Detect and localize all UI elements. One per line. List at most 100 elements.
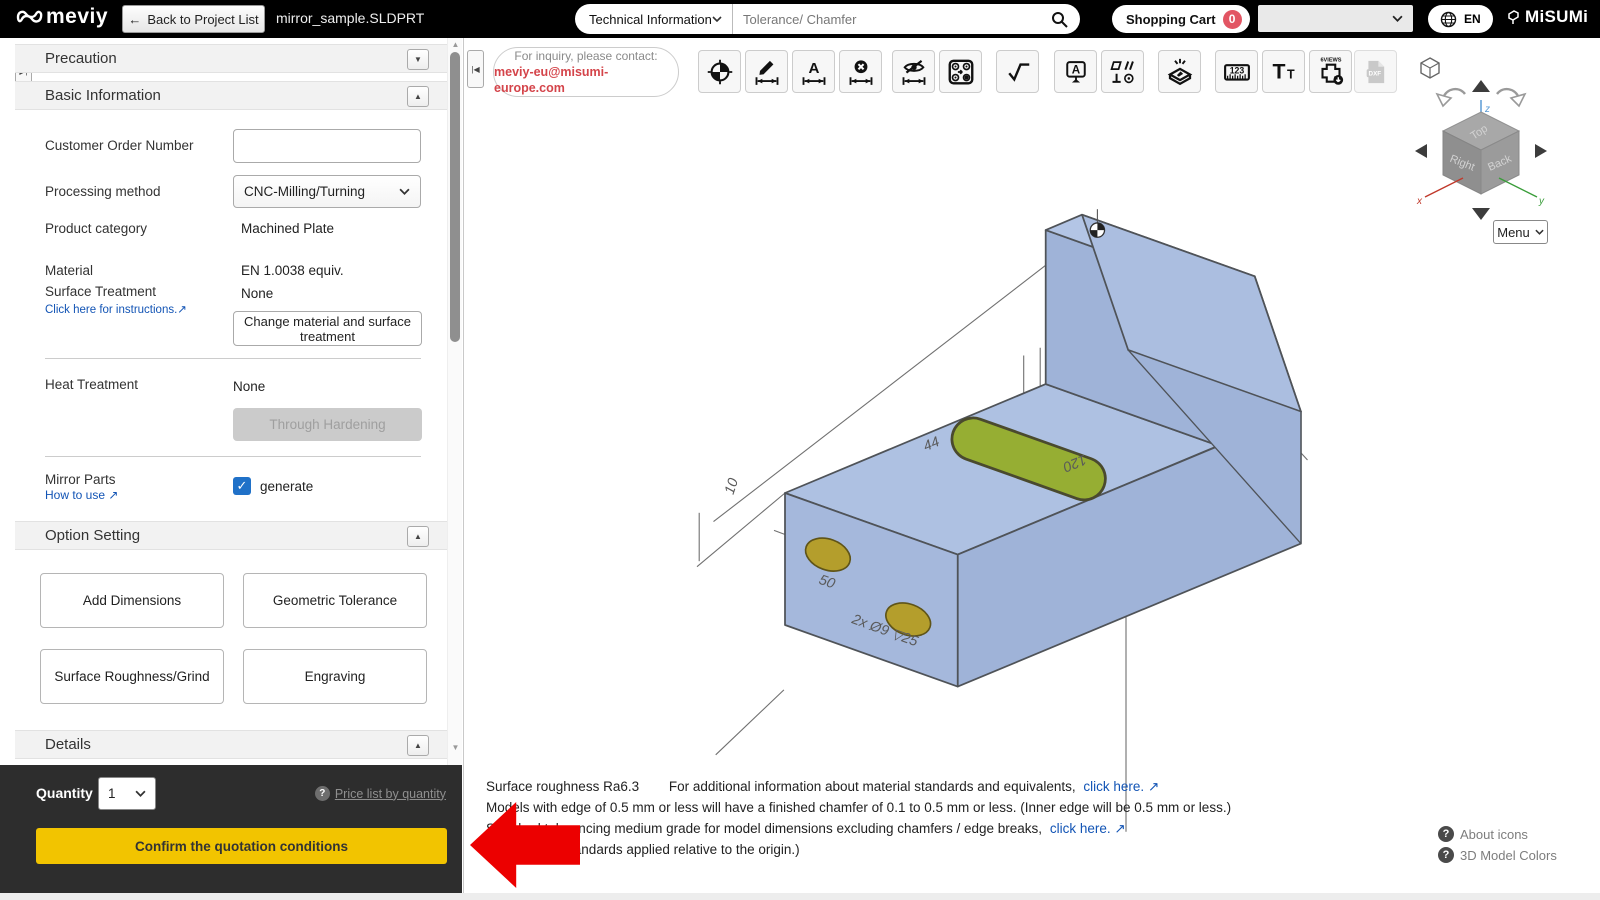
price-list-link[interactable]: ? Price list by quantity (314, 786, 446, 801)
note-line-3: Standard tolerancing medium grade for mo… (486, 821, 1126, 836)
open-file-name: mirror_sample.SLDPRT (276, 10, 425, 26)
meviy-logo[interactable]: meviy (14, 5, 108, 29)
six-views-label: 6VIEWS (1320, 57, 1341, 63)
product-category-value: Machined Plate (241, 221, 335, 236)
add-dimensions-button[interactable]: Add Dimensions (40, 573, 224, 628)
letter-a: A (1071, 63, 1080, 76)
generate-checkbox[interactable]: ✓ (233, 477, 251, 495)
customer-order-label: Customer Order Number (45, 138, 194, 153)
scroll-down-icon[interactable]: ▼ (448, 743, 463, 752)
surface-treatment-label: Surface Treatment (45, 284, 157, 299)
tolerancing-link[interactable]: click here. (1050, 821, 1111, 836)
heat-treatment-label: Heat Treatment (45, 377, 139, 392)
details-toggle-button[interactable]: ▲ (407, 735, 429, 756)
meviy-logo-icon (16, 10, 43, 23)
search-icon[interactable] (1051, 11, 1068, 28)
material-value: EN 1.0038 equiv. (241, 263, 344, 278)
section-precaution[interactable]: Precaution ▼ (15, 44, 447, 73)
option-setting-toggle-button[interactable]: ▲ (407, 526, 429, 547)
top-bar: meviy ← Back to Project List mirror_samp… (0, 0, 1600, 38)
dim-10: 10 (722, 476, 742, 496)
back-arrow-icon: ← (128, 11, 142, 27)
collapse-icon: ▲ (414, 92, 422, 101)
confirm-quotation-button[interactable]: Confirm the quotation conditions (36, 828, 447, 864)
y-axis (1498, 177, 1538, 198)
misumi-mark-icon (1508, 10, 1519, 24)
basic-info-title: Basic Information (45, 87, 161, 104)
chevron-down-icon (1392, 15, 1403, 22)
project-select[interactable] (1258, 5, 1413, 32)
roughness-note: Surface roughness Ra6.3 (486, 779, 640, 794)
heat-treatment-value: None (233, 379, 266, 394)
price-list-label: Price list by quantity (334, 786, 446, 801)
misumi-logo: MiSUMi (1506, 7, 1588, 27)
search-input[interactable] (733, 11, 1051, 27)
search-category-select[interactable]: Technical Information (575, 4, 733, 34)
processing-method-value: CNC-Milling/Turning (244, 184, 366, 199)
page-bottom-strip (0, 893, 1600, 900)
material-label: Material (45, 263, 94, 278)
mirror-parts-label: Mirror Parts (45, 472, 116, 487)
x-axis-label: x (1416, 196, 1423, 207)
surface-treatment-value: None (241, 286, 274, 301)
note-line-2: Models with edge of 0.5 mm or less will … (486, 800, 1232, 815)
geometric-tolerance-button[interactable]: Geometric Tolerance (243, 573, 427, 628)
viewer-canvas[interactable]: |◀ For inquiry, please contact: meviy-eu… (463, 38, 1600, 893)
scroll-up-icon[interactable]: ▲ (448, 40, 463, 49)
surface-roughness-button[interactable]: Surface Roughness/Grind (40, 649, 224, 704)
basic-info-toggle-button[interactable]: ▲ (407, 86, 429, 107)
question-icon: ? (1438, 826, 1454, 842)
rotate-right-step-arrow[interactable] (1535, 144, 1547, 158)
external-link-icon: ↗ (1114, 821, 1126, 836)
canvas-collapse-handle[interactable]: |◀ (467, 50, 484, 88)
processing-method-label: Processing method (45, 184, 161, 199)
how-to-use-link[interactable]: How to use ↗ (45, 488, 118, 502)
section-details[interactable]: Details ▲ (15, 730, 447, 759)
cart-count-badge: 0 (1222, 9, 1242, 29)
divider (45, 456, 421, 457)
customer-order-input[interactable] (233, 129, 421, 163)
section-option-setting[interactable]: Option Setting ▲ (15, 521, 447, 550)
cart-label: Shopping Cart (1126, 11, 1216, 27)
y-axis-label: y (1538, 196, 1545, 207)
quantity-select[interactable]: 1 (98, 777, 156, 810)
language-button[interactable]: EN (1428, 5, 1493, 33)
search-category-value: Technical Information (589, 11, 712, 27)
panel-collapse-icon: |◀ (471, 64, 480, 74)
tilt-up-arrow[interactable] (1472, 80, 1490, 92)
shopping-cart-button[interactable]: Shopping Cart 0 (1112, 5, 1250, 33)
instructions-link[interactable]: Click here for instructions.↗ (45, 302, 187, 316)
expand-icon: ▼ (414, 55, 422, 64)
model-colors-link[interactable]: ? 3D Model Colors (1438, 847, 1557, 863)
z-axis-label: z (1484, 104, 1490, 115)
processing-method-select[interactable]: CNC-Milling/Turning (233, 175, 421, 208)
contact-line: For inquiry, please contact: (514, 49, 658, 63)
rotate-left-icon[interactable] (1435, 87, 1466, 108)
about-icons-link[interactable]: ? About icons (1438, 826, 1528, 842)
rotate-left-step-arrow[interactable] (1415, 144, 1427, 158)
precaution-toggle-button[interactable]: ▼ (407, 49, 429, 70)
help-icon: ? (314, 786, 330, 801)
measure-label: 123 (1229, 65, 1244, 75)
viewer-menu-button[interactable]: Menu (1493, 220, 1548, 244)
isometric-view-icon[interactable] (1420, 57, 1440, 79)
3d-model-view[interactable]: 44 120 10 50 2x Ø9 ▽25 (631, 75, 1401, 834)
change-material-button[interactable]: Change material and surface treatment (233, 311, 422, 346)
settings-sidebar: ▶| Precaution ▼ Basic Information ▲ Cust… (0, 38, 462, 765)
sidebar-scrollbar[interactable]: ▲ ▼ (447, 38, 462, 765)
back-button-label: Back to Project List (147, 11, 259, 27)
engraving-button[interactable]: Engraving (243, 649, 427, 704)
chevron-down-icon (399, 188, 410, 195)
menu-label: Menu (1497, 224, 1530, 240)
misumi-logo-text: MiSUMi (1525, 7, 1589, 26)
chevron-down-icon (1535, 229, 1544, 235)
divider (45, 358, 421, 359)
tilt-down-arrow[interactable] (1472, 208, 1490, 220)
sidebar-scrollbar-thumb[interactable] (450, 52, 460, 342)
material-standards-link[interactable]: click here. (1083, 779, 1144, 794)
back-to-project-list-button[interactable]: ← Back to Project List (122, 5, 265, 33)
section-basic-information[interactable]: Basic Information ▲ (15, 81, 447, 110)
rotate-right-icon[interactable] (1496, 87, 1527, 108)
search-bar: Technical Information (575, 4, 1080, 34)
model-colors-label: 3D Model Colors (1460, 847, 1557, 863)
